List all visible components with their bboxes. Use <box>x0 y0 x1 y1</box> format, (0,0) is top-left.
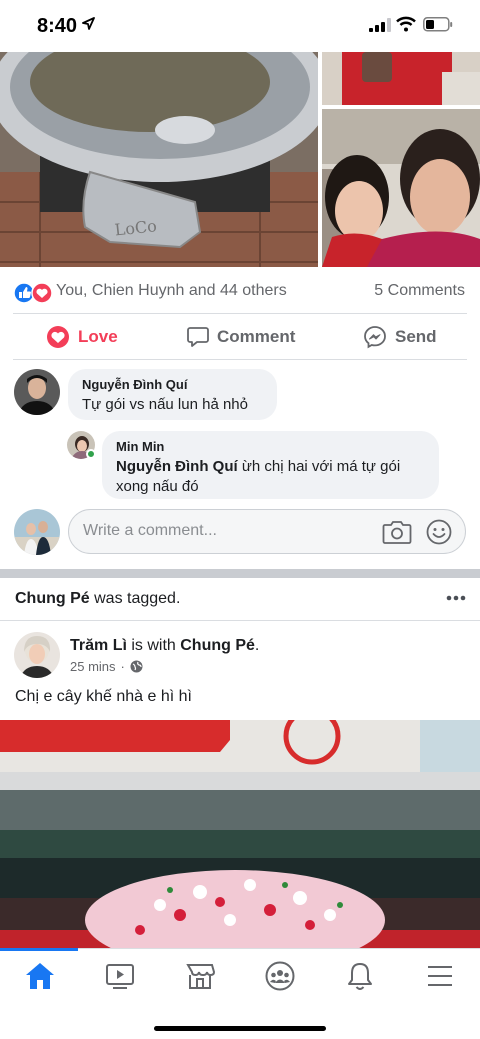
camera-icon[interactable] <box>382 519 412 545</box>
post-photo-storefront[interactable] <box>0 720 480 950</box>
tab-watch[interactable] <box>98 961 142 991</box>
post-author[interactable]: Trăm Lì <box>70 637 127 654</box>
post-actions: Love Comment Send <box>0 315 480 359</box>
tagged-header: Chung Pé was tagged. <box>0 578 480 620</box>
tagged-text: Chung Pé was tagged. <box>15 590 180 608</box>
post-author-end: . <box>254 637 260 654</box>
write-comment-placeholder: Write a comment... <box>83 522 217 539</box>
groups-icon <box>265 961 295 991</box>
avatar[interactable] <box>14 369 60 415</box>
wifi-icon <box>396 16 416 32</box>
comment-icon <box>187 327 209 347</box>
reply-author[interactable]: Min Min <box>116 439 425 454</box>
comment-button[interactable]: Comment <box>187 324 295 350</box>
reply-mention[interactable]: Nguyễn Đình Quí <box>116 458 238 475</box>
reply-bubble[interactable]: Min Min Nguyễn Đình Quí ừh chị hai với m… <box>102 431 439 499</box>
post-meta: 25 mins · <box>70 659 143 674</box>
comment-text: Tự gói vs nấu lun hả nhỏ <box>82 396 248 413</box>
watch-icon <box>106 964 134 989</box>
home-icon <box>26 963 54 989</box>
more-options-icon[interactable] <box>446 590 466 606</box>
post-author-avatar[interactable] <box>14 632 60 678</box>
divider <box>13 359 467 360</box>
online-status-dot <box>86 449 96 459</box>
love-label: Love <box>78 327 118 346</box>
like-love-reactions-icon <box>13 282 53 304</box>
photo-red-shirt[interactable] <box>322 52 480 105</box>
post-header: Trăm Lì is with Chung Pé. 25 mins · <box>0 622 480 682</box>
reactions-row[interactable]: You, Chien Huynh and 44 others 5 Comment… <box>0 272 480 312</box>
reactions-summary[interactable]: You, Chien Huynh and 44 others <box>56 282 287 300</box>
divider <box>0 620 480 621</box>
tab-notifications[interactable] <box>338 961 382 991</box>
post-text: Chị e cây khế nhà e hì hì <box>15 688 192 705</box>
post-with-text: is with <box>126 637 181 654</box>
notifications-icon <box>348 963 372 990</box>
send-label: Send <box>395 327 437 346</box>
home-indicator[interactable] <box>154 1026 326 1031</box>
tagged-suffix: was tagged. <box>89 590 181 607</box>
write-comment-input[interactable]: Write a comment... <box>68 509 466 554</box>
tab-home[interactable] <box>18 961 62 991</box>
send-button[interactable]: Send <box>363 324 437 350</box>
post-time[interactable]: 25 mins <box>70 659 116 674</box>
tab-groups[interactable] <box>258 961 302 991</box>
post-with-name[interactable]: Chung Pé <box>180 637 255 654</box>
post-photo-grid[interactable]: LoCo <box>0 52 480 268</box>
globe-icon <box>130 660 143 673</box>
messenger-icon <box>364 326 386 349</box>
comment-author[interactable]: Nguyễn Đình Quí <box>82 377 263 392</box>
tab-menu[interactable] <box>418 961 462 991</box>
marketplace-icon <box>186 964 215 989</box>
emoji-icon[interactable] <box>426 519 452 545</box>
love-icon <box>47 326 69 348</box>
comments-count[interactable]: 5 Comments <box>374 282 465 300</box>
tagged-name[interactable]: Chung Pé <box>15 590 90 607</box>
tab-marketplace[interactable] <box>178 961 222 991</box>
photo-selfie[interactable] <box>322 109 480 267</box>
menu-icon <box>428 966 452 986</box>
divider <box>13 313 467 314</box>
reply-text: Nguyễn Đình Quí ừh chị hai với má tự gói… <box>116 458 400 495</box>
status-bar: 8:40 <box>0 0 480 52</box>
cellular-signal-icon <box>369 18 391 32</box>
active-tab-indicator <box>0 948 78 951</box>
battery-icon <box>423 17 453 32</box>
feed-separator <box>0 569 480 578</box>
tab-bar <box>0 948 480 1039</box>
status-time: 8:40 <box>37 15 78 37</box>
comment-bubble[interactable]: Nguyễn Đình Quí Tự gói vs nấu lun hả nhỏ <box>68 369 277 420</box>
post-meta-separator: · <box>120 659 125 674</box>
love-button[interactable]: Love <box>46 324 118 350</box>
current-user-avatar[interactable] <box>14 509 60 555</box>
photo-cooking-pot[interactable]: LoCo <box>0 52 318 267</box>
comment-label: Comment <box>217 327 296 346</box>
post-author-line: Trăm Lì is with Chung Pé. <box>70 637 259 655</box>
location-arrow-icon <box>82 17 95 30</box>
